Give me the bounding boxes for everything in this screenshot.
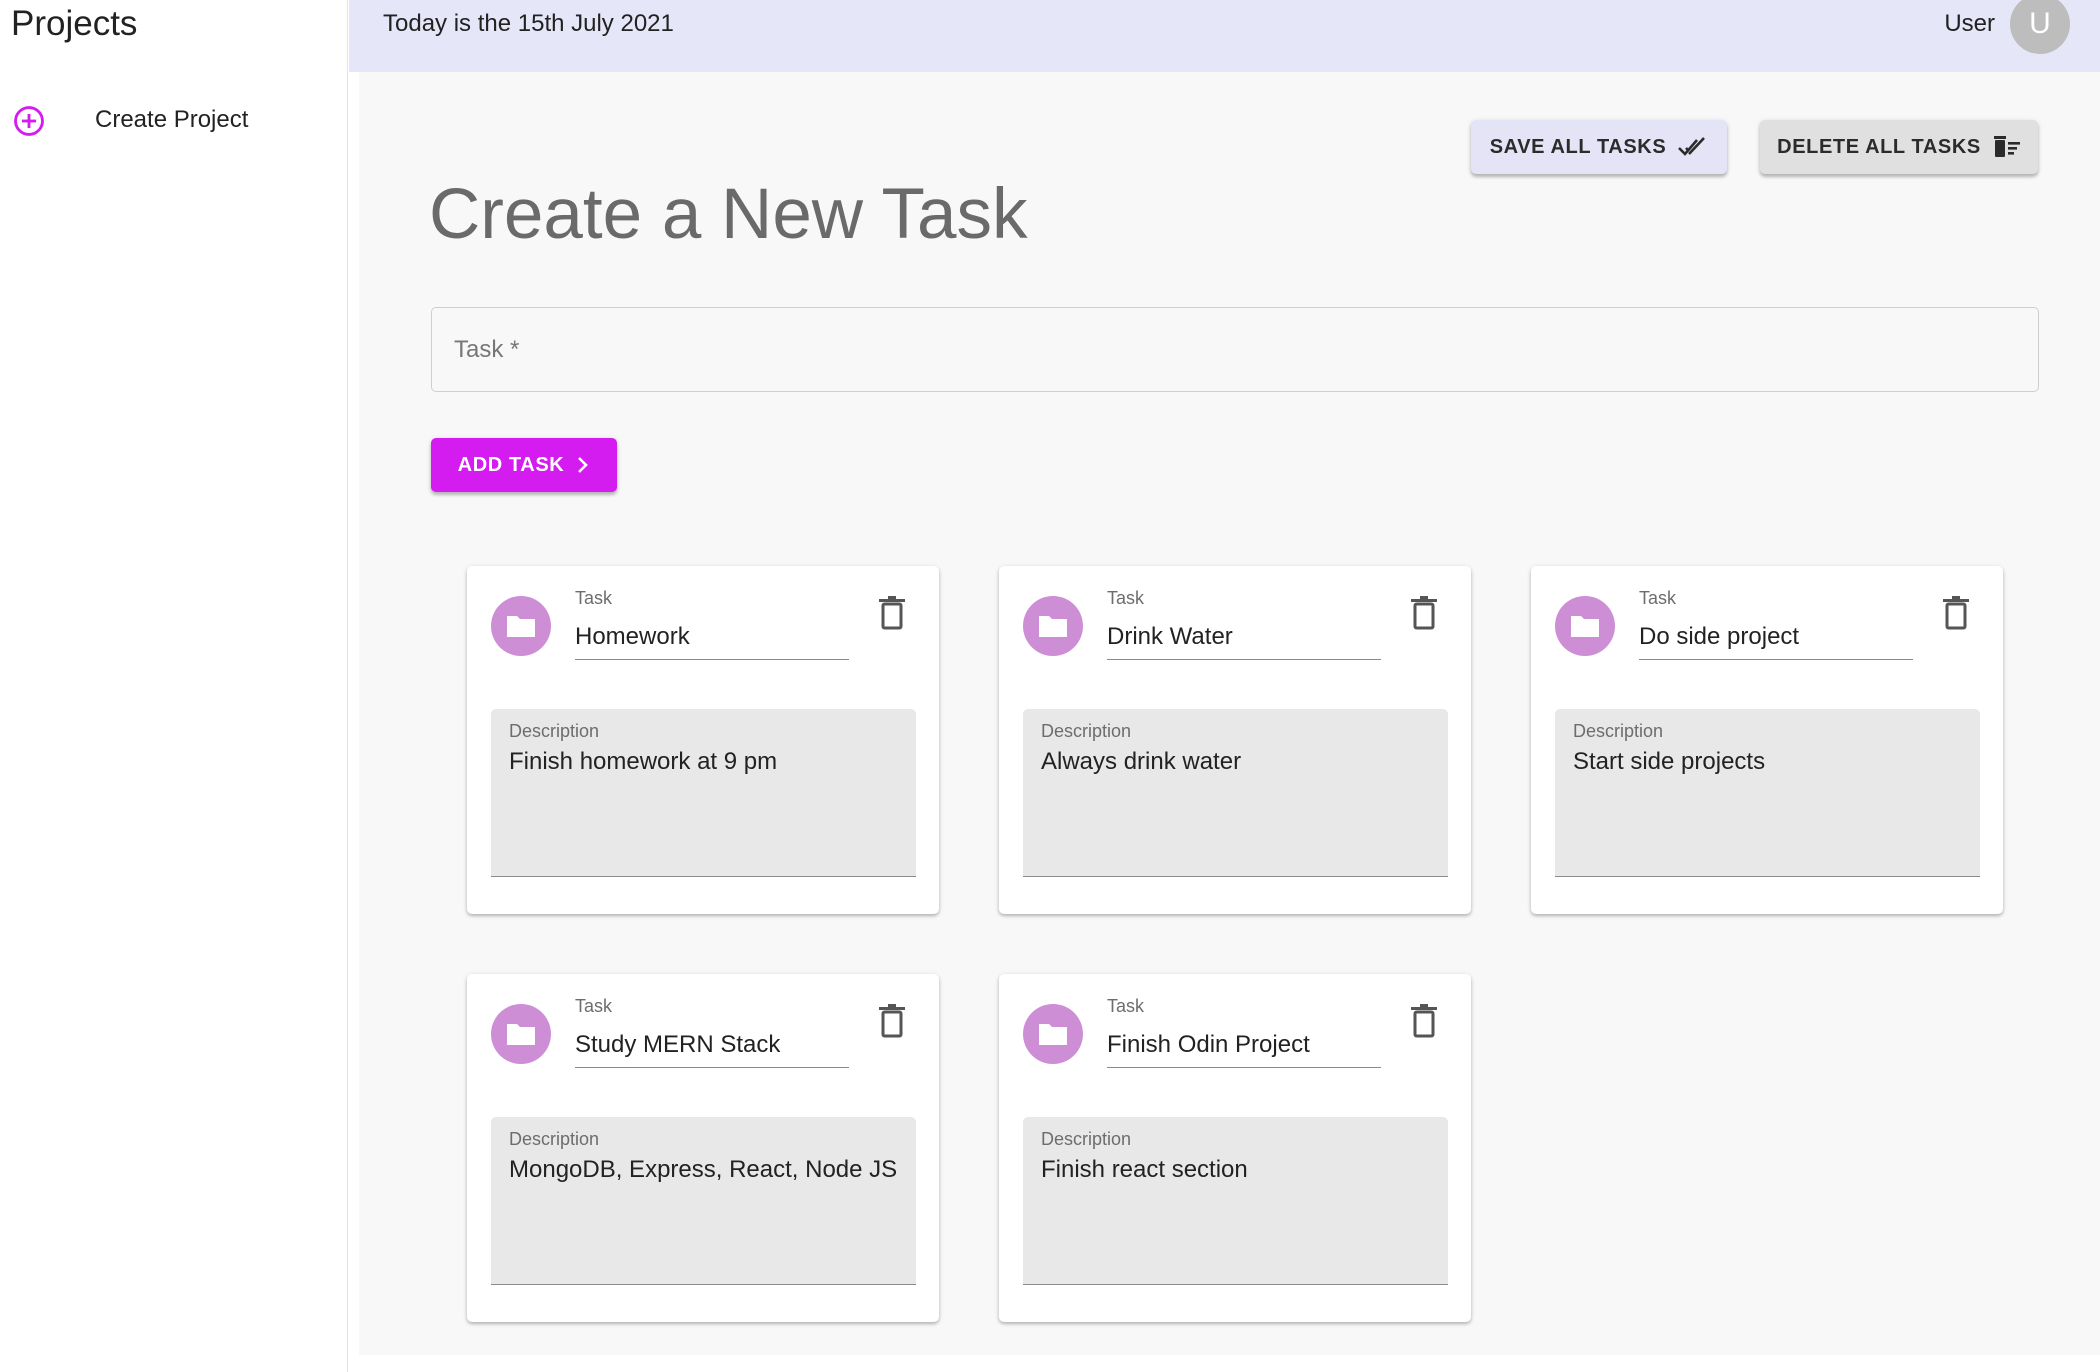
task-card: Task Homework Description Finish homewor… bbox=[467, 566, 939, 914]
description-label: Description bbox=[1041, 721, 1132, 741]
task-name-field[interactable]: Drink Water bbox=[1107, 622, 1381, 660]
task-field-label: Task bbox=[575, 588, 613, 608]
description-label: Description bbox=[1041, 1129, 1132, 1149]
description-field[interactable]: Description Always drink water bbox=[1023, 709, 1448, 877]
top-header: Today is the 15th July 2021 User U bbox=[349, 0, 2100, 72]
avatar[interactable]: U bbox=[2010, 0, 2070, 54]
delete-icon[interactable] bbox=[1941, 596, 1971, 630]
page-title: Create a New Task bbox=[429, 175, 1028, 254]
description-field[interactable]: Description Finish react section bbox=[1023, 1117, 1448, 1285]
task-field-label: Task bbox=[575, 996, 613, 1016]
folder-avatar bbox=[1555, 596, 1615, 656]
save-all-tasks-label: SAVE ALL TASKS bbox=[1489, 135, 1667, 158]
user-label: User bbox=[1944, 10, 1995, 37]
delete-all-tasks-button[interactable]: DELETE ALL TASKS bbox=[1760, 120, 2038, 174]
task-card: Task Drink Water Description Always drin… bbox=[999, 566, 1471, 914]
folder-avatar bbox=[491, 1004, 551, 1064]
sidebar: Projects Create Project bbox=[0, 0, 348, 1372]
description-label: Description bbox=[509, 1129, 600, 1149]
main-content: SAVE ALL TASKS DELETE ALL TASKS Create a… bbox=[359, 72, 2100, 1355]
done-all-icon bbox=[1678, 137, 1706, 156]
task-input-field bbox=[431, 307, 2039, 392]
folder-avatar bbox=[491, 596, 551, 656]
chevron-right-icon bbox=[578, 457, 589, 473]
description-value: Start side projects bbox=[1573, 748, 1766, 775]
task-input[interactable] bbox=[432, 308, 2038, 391]
description-value: MongoDB, Express, React, Node JS bbox=[509, 1156, 898, 1183]
add-task-label: ADD TASK bbox=[457, 453, 565, 476]
folder-icon bbox=[1039, 1024, 1067, 1045]
delete-icon[interactable] bbox=[1409, 596, 1439, 630]
description-label: Description bbox=[1573, 721, 1664, 741]
description-value: Finish react section bbox=[1041, 1156, 1248, 1183]
task-name-field[interactable]: Finish Odin Project bbox=[1107, 1030, 1381, 1068]
folder-icon bbox=[507, 616, 535, 637]
description-value: Finish homework at 9 pm bbox=[509, 748, 778, 775]
delete-sweep-icon bbox=[1993, 136, 2020, 157]
delete-icon[interactable] bbox=[1409, 1004, 1439, 1038]
sidebar-title: Projects bbox=[11, 4, 138, 43]
delete-icon[interactable] bbox=[877, 596, 907, 630]
description-label: Description bbox=[509, 721, 600, 741]
task-name-field[interactable]: Homework bbox=[575, 622, 849, 660]
task-card: Task Do side project Description Start s… bbox=[1531, 566, 2003, 914]
date-text: Today is the 15th July 2021 bbox=[383, 10, 674, 37]
task-card: Task Study MERN Stack Description MongoD… bbox=[467, 974, 939, 1322]
description-field[interactable]: Description MongoDB, Express, React, Nod… bbox=[491, 1117, 916, 1285]
task-name-field[interactable]: Do side project bbox=[1639, 622, 1913, 660]
description-field[interactable]: Description Start side projects bbox=[1555, 709, 1980, 877]
delete-icon[interactable] bbox=[877, 1004, 907, 1038]
folder-icon bbox=[507, 1024, 535, 1045]
task-field-label: Task bbox=[1107, 996, 1145, 1016]
task-field-label: Task bbox=[1639, 588, 1677, 608]
description-field[interactable]: Description Finish homework at 9 pm bbox=[491, 709, 916, 877]
task-card: Task Finish Odin Project Description Fin… bbox=[999, 974, 1471, 1322]
folder-icon bbox=[1571, 616, 1599, 637]
description-value: Always drink water bbox=[1041, 748, 1242, 775]
folder-avatar bbox=[1023, 596, 1083, 656]
save-all-tasks-button[interactable]: SAVE ALL TASKS bbox=[1471, 120, 1727, 174]
sidebar-item-label: Create Project bbox=[95, 106, 249, 133]
delete-all-tasks-label: DELETE ALL TASKS bbox=[1777, 135, 1981, 158]
sidebar-item-create-project[interactable]: Create Project bbox=[0, 96, 347, 144]
task-name-field[interactable]: Study MERN Stack bbox=[575, 1030, 849, 1068]
folder-avatar bbox=[1023, 1004, 1083, 1064]
folder-icon bbox=[1039, 616, 1067, 637]
add-task-button[interactable]: ADD TASK bbox=[431, 438, 617, 492]
add-circle-icon bbox=[14, 106, 44, 136]
task-field-label: Task bbox=[1107, 588, 1145, 608]
